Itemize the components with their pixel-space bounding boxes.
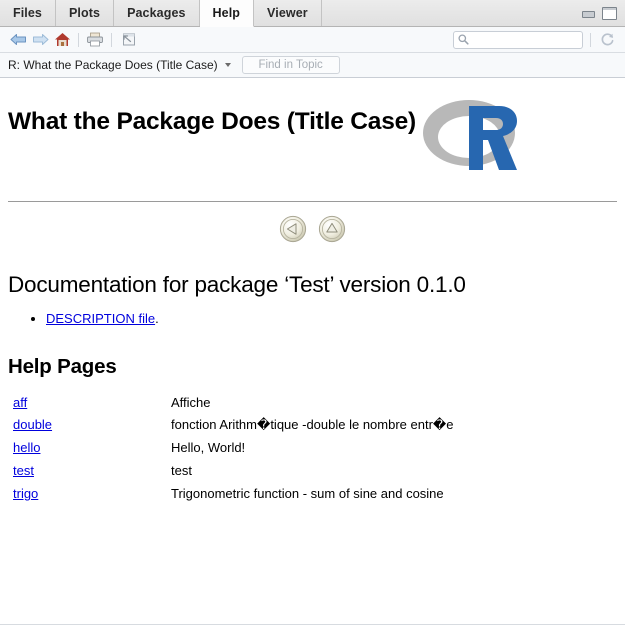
- r-logo: [421, 96, 521, 179]
- toolbar-separator: [590, 32, 591, 47]
- document-nav-buttons: [8, 215, 617, 248]
- toolbar-separator: [78, 32, 79, 47]
- home-icon[interactable]: [51, 30, 73, 50]
- list-item: DESCRIPTION file.: [46, 310, 617, 328]
- table-row: aff Affiche: [8, 392, 617, 415]
- pane-tabstrip: Files Plots Packages Help Viewer: [0, 0, 625, 27]
- find-in-topic-box[interactable]: [241, 56, 340, 74]
- help-page-link[interactable]: test: [13, 463, 34, 478]
- table-row: test test: [8, 460, 617, 483]
- tab-label: Help: [212, 6, 241, 20]
- help-page-description-cell: Trigonometric function - sum of sine and…: [171, 485, 444, 501]
- toolbar-separator: [111, 32, 112, 47]
- title-divider: [8, 201, 617, 202]
- topic-bar: R: What the Package Does (Title Case): [0, 53, 625, 78]
- minimize-icon[interactable]: [581, 7, 596, 20]
- maximize-icon[interactable]: [602, 6, 617, 20]
- help-page-name-cell: trigo: [8, 483, 168, 506]
- help-page-name-cell: hello: [8, 437, 168, 460]
- documentation-heading: Documentation for package ‘Test’ version…: [8, 272, 466, 297]
- tab-plots[interactable]: Plots: [56, 0, 115, 26]
- help-page-link[interactable]: aff: [13, 395, 27, 410]
- document-header: What the Package Does (Title Case): [8, 78, 617, 179]
- tab-viewer[interactable]: Viewer: [254, 0, 322, 26]
- back-arrow-icon[interactable]: [7, 30, 29, 50]
- page-title: What the Package Does (Title Case): [8, 108, 417, 135]
- help-pane: Files Plots Packages Help Viewer R: What…: [0, 0, 625, 625]
- show-in-new-window-icon[interactable]: [117, 30, 139, 50]
- search-input[interactable]: [469, 33, 578, 46]
- tabstrip-filler: [321, 0, 577, 26]
- tab-label: Plots: [69, 6, 101, 20]
- search-box[interactable]: [453, 30, 583, 49]
- help-page-name-cell: double: [8, 414, 168, 437]
- tab-packages[interactable]: Packages: [114, 0, 200, 26]
- help-page-description-cell: test: [171, 463, 192, 479]
- tab-help[interactable]: Help: [199, 0, 255, 27]
- table-row: trigo Trigonometric function - sum of si…: [8, 483, 617, 506]
- help-page-link[interactable]: double: [13, 417, 52, 432]
- up-arrow-circle-icon[interactable]: [318, 215, 346, 248]
- tab-label: Viewer: [267, 6, 308, 20]
- help-page-name-cell: test: [8, 460, 168, 483]
- table-row: hello Hello, World!: [8, 437, 617, 460]
- print-icon[interactable]: [84, 30, 106, 50]
- search-icon: [458, 34, 469, 45]
- help-page-link[interactable]: trigo: [13, 486, 38, 501]
- left-arrow-circle-icon[interactable]: [279, 215, 307, 248]
- help-page-description-cell: fonction Arithm�tique -double le nombre …: [171, 417, 454, 433]
- help-page-link[interactable]: hello: [13, 440, 40, 455]
- help-pages-table: aff Affiche double fonction Arithm�tique…: [8, 392, 617, 506]
- help-document: What the Package Does (Title Case) Docum…: [0, 78, 625, 625]
- topic-title: R: What the Package Does (Title Case): [8, 58, 218, 72]
- help-page-name-cell: aff: [8, 392, 168, 415]
- chevron-down-icon[interactable]: [224, 63, 231, 67]
- description-list: DESCRIPTION file.: [8, 310, 617, 328]
- help-toolbar: [0, 27, 625, 53]
- window-buttons: [577, 0, 625, 26]
- help-page-description-cell: Hello, World!: [171, 440, 246, 456]
- find-in-topic-input[interactable]: [242, 58, 339, 72]
- tab-label: Packages: [127, 6, 186, 20]
- tab-label: Files: [13, 6, 42, 20]
- refresh-icon[interactable]: [596, 30, 618, 50]
- tab-files[interactable]: Files: [0, 0, 56, 26]
- help-pages-heading: Help Pages: [8, 354, 117, 378]
- description-suffix: .: [155, 311, 159, 326]
- help-page-description-cell: Affiche: [171, 394, 211, 410]
- forward-arrow-icon[interactable]: [29, 30, 51, 50]
- description-file-link[interactable]: DESCRIPTION file: [46, 311, 155, 326]
- table-row: double fonction Arithm�tique -double le …: [8, 414, 617, 437]
